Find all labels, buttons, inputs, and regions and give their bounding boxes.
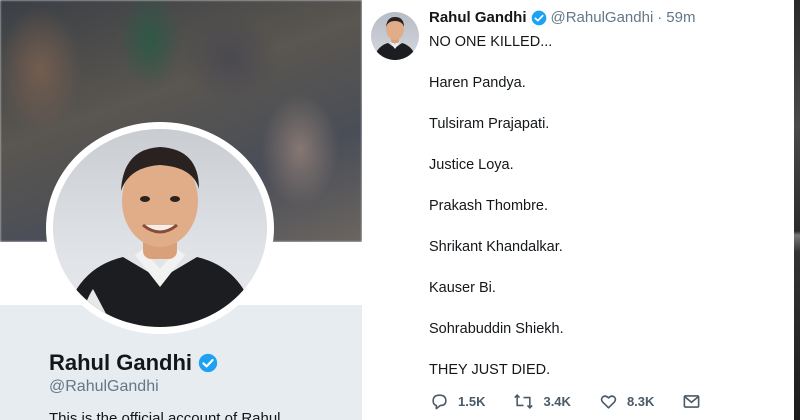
tweet-header: Rahul Gandhi @RahulGandhi · 59m [429, 9, 695, 26]
tweet-line: Prakash Thombre. [429, 198, 549, 214]
reply-icon [432, 394, 447, 410]
tweet-line: Tulsiram Prajapati. [429, 116, 550, 132]
profile-name-row: Rahul Gandhi [49, 350, 218, 376]
tweet-meta-separator: · [657, 9, 663, 26]
tweet-author-name[interactable]: Rahul Gandhi [429, 9, 527, 26]
profile-avatar[interactable] [46, 122, 274, 334]
tweet-line: Shrikant Khandalkar. [429, 239, 563, 255]
background-photo-strip [794, 0, 800, 420]
profile-panel: Rahul Gandhi @RahulGandhi This is the of… [0, 0, 362, 420]
tweet-card[interactable]: Rahul Gandhi @RahulGandhi · 59m NO ONE K… [362, 0, 794, 420]
tweet-line: Sohrabuddin Shiekh. [429, 321, 564, 337]
envelope-icon [683, 395, 700, 408]
screenshot-composite: Rahul Gandhi @RahulGandhi This is the of… [0, 0, 800, 420]
tweet-line: Kauser Bi. [429, 280, 496, 296]
tweet-timestamp[interactable]: 59m [666, 9, 695, 26]
tweet-author-handle[interactable]: @RahulGandhi [551, 9, 654, 26]
person-portrait-icon [373, 17, 417, 60]
heart-icon [600, 395, 617, 409]
like-button[interactable]: 8.3K [599, 392, 654, 411]
profile-bio: This is the official account of Rahul [49, 410, 281, 420]
profile-avatar-photo [53, 129, 267, 327]
person-portrait-icon [63, 147, 257, 327]
tweet-actions: 1.5K 3.4K 8.3K [430, 392, 729, 411]
retweet-count: 3.4K [543, 394, 571, 409]
tweet-author-avatar[interactable] [371, 12, 419, 60]
tweet-line: Haren Pandya. [429, 75, 526, 91]
profile-handle[interactable]: @RahulGandhi [49, 378, 159, 396]
retweet-icon [514, 394, 534, 409]
tweet-line: Justice Loya. [429, 157, 514, 173]
direct-message-button[interactable] [682, 392, 701, 411]
retweet-button[interactable]: 3.4K [513, 392, 571, 411]
reply-count: 1.5K [458, 394, 486, 409]
tweet-line: THEY JUST DIED. [429, 362, 551, 378]
like-count: 8.3K [626, 394, 655, 409]
profile-display-name[interactable]: Rahul Gandhi [49, 350, 192, 376]
reply-button[interactable]: 1.5K [430, 392, 485, 411]
tweet-line: NO ONE KILLED... [429, 34, 553, 50]
verified-badge-icon [531, 10, 546, 25]
verified-badge-icon [198, 353, 218, 373]
